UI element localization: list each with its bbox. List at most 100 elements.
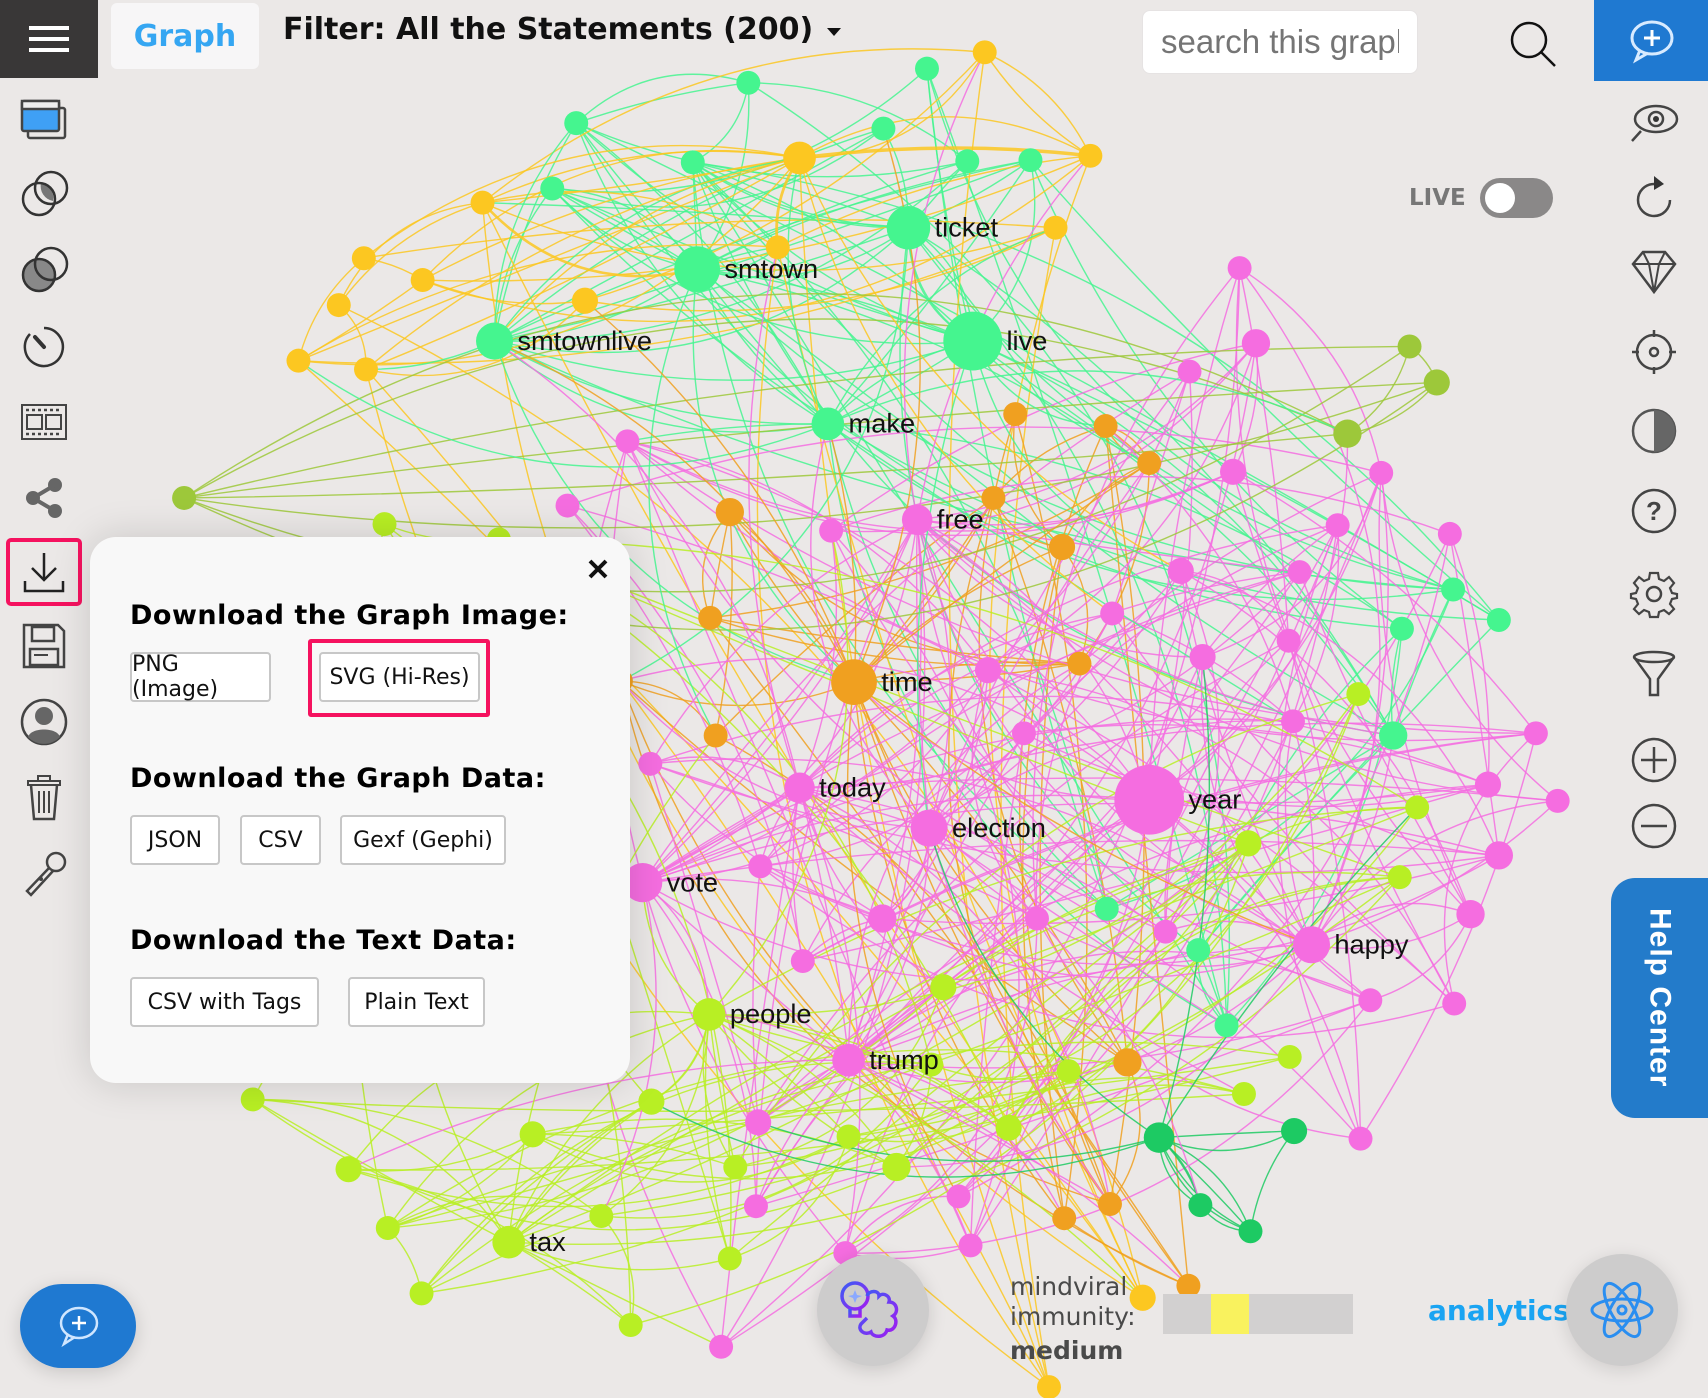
sidebar-item-account[interactable] — [14, 692, 74, 752]
graph-node[interactable] — [871, 116, 896, 141]
graph-node[interactable] — [1346, 682, 1371, 707]
graph-node[interactable] — [1379, 721, 1408, 750]
graph-node[interactable] — [1078, 143, 1103, 168]
close-button[interactable] — [580, 551, 616, 587]
graph-node[interactable] — [519, 1121, 546, 1148]
search-input[interactable] — [1142, 10, 1418, 74]
graph-node[interactable] — [1281, 1117, 1308, 1145]
graph-node[interactable] — [1052, 1206, 1077, 1231]
graph-node[interactable] — [326, 293, 351, 318]
graph-node[interactable] — [1037, 1375, 1061, 1398]
graph-node[interactable] — [589, 1204, 614, 1229]
graph-node-people[interactable] — [692, 998, 726, 1031]
graph-node[interactable] — [409, 1281, 434, 1306]
graph-node[interactable] — [638, 751, 663, 776]
graph-node[interactable] — [836, 1124, 861, 1149]
graph-node[interactable] — [1188, 1193, 1213, 1218]
json-download-button[interactable]: JSON — [130, 815, 220, 865]
graph-node[interactable] — [1100, 601, 1125, 626]
csv-tags-download-button[interactable]: CSV with Tags — [130, 977, 319, 1027]
graph-node[interactable] — [1545, 788, 1570, 813]
live-toggle[interactable] — [1479, 178, 1553, 218]
graph-node[interactable] — [1333, 419, 1362, 448]
graph-node[interactable] — [790, 949, 815, 974]
graph-node[interactable] — [354, 357, 378, 382]
graph-node[interactable] — [351, 246, 376, 271]
sidebar-item-compare[interactable] — [14, 164, 74, 224]
graph-node-ticket[interactable] — [886, 205, 931, 250]
graph-node[interactable] — [1369, 460, 1394, 485]
graph-node[interactable] — [240, 1087, 265, 1112]
focus-button[interactable] — [1626, 324, 1682, 380]
sidebar-item-save[interactable] — [14, 616, 74, 676]
graph-node[interactable] — [974, 657, 1002, 684]
graph-node[interactable] — [1048, 533, 1076, 561]
sidebar-item-presentation[interactable] — [14, 392, 74, 452]
graph-node[interactable] — [1094, 896, 1119, 921]
graph-node[interactable] — [698, 605, 723, 630]
graph-node[interactable] — [540, 176, 565, 201]
graph-node[interactable] — [638, 1088, 665, 1115]
graph-node[interactable] — [1018, 148, 1043, 173]
graph-node[interactable] — [1358, 988, 1383, 1013]
insight-button[interactable] — [817, 1254, 929, 1366]
graph-node[interactable] — [1231, 1082, 1256, 1106]
graph-node[interactable] — [946, 1184, 971, 1209]
graph-node[interactable] — [723, 1155, 748, 1179]
graph-node[interactable] — [995, 1114, 1022, 1141]
graph-node[interactable] — [1441, 577, 1466, 602]
graph-node[interactable] — [717, 1246, 742, 1271]
svg-download-button[interactable]: SVG (Hi-Res) — [319, 652, 480, 702]
graph-node[interactable] — [972, 40, 997, 65]
graph-node[interactable] — [1186, 938, 1211, 963]
tab-graph[interactable]: Graph — [111, 3, 259, 69]
graph-node[interactable] — [1143, 1122, 1175, 1153]
graph-node[interactable] — [1093, 414, 1118, 439]
graph-node[interactable] — [1137, 451, 1162, 476]
zoom-in-button[interactable] — [1626, 732, 1682, 788]
graph-node[interactable] — [1067, 651, 1092, 676]
graph-node[interactable] — [958, 1233, 983, 1258]
graph-node[interactable] — [410, 268, 435, 293]
graph-node-free[interactable] — [901, 504, 933, 536]
graph-node[interactable] — [915, 56, 939, 81]
graph-node[interactable] — [1437, 521, 1462, 546]
refresh-button[interactable] — [1626, 168, 1682, 224]
graph-node[interactable] — [555, 493, 580, 518]
graph-node[interactable] — [1153, 919, 1178, 944]
graph-node[interactable] — [615, 429, 640, 454]
graph-node[interactable] — [1389, 616, 1414, 641]
graph-node[interactable] — [172, 485, 197, 510]
graph-node[interactable] — [1235, 830, 1262, 857]
graph-node[interactable] — [1011, 721, 1036, 746]
graph-node[interactable] — [1423, 369, 1450, 396]
graph-node[interactable] — [1189, 643, 1216, 671]
analytics-button[interactable] — [1566, 1254, 1678, 1366]
graph-node-trump[interactable] — [832, 1043, 865, 1077]
sidebar-item-share[interactable] — [14, 468, 74, 528]
graph-node[interactable] — [1277, 1044, 1302, 1069]
graph-node[interactable] — [955, 149, 980, 174]
graph-node[interactable] — [743, 1194, 768, 1219]
graph-node[interactable] — [1484, 841, 1514, 870]
eye-search-button[interactable] — [1626, 94, 1682, 150]
graph-node[interactable] — [564, 111, 589, 136]
hamburger-menu-button[interactable] — [0, 0, 98, 78]
csv-download-button[interactable]: CSV — [240, 815, 321, 865]
graph-node[interactable] — [335, 1156, 362, 1183]
graph-node[interactable] — [1397, 334, 1422, 359]
gexf-download-button[interactable]: Gexf (Gephi) — [340, 815, 506, 865]
graph-node[interactable] — [618, 1313, 643, 1337]
analytics-link[interactable]: analytics — [1428, 1294, 1570, 1327]
graph-node[interactable] — [470, 190, 495, 215]
graph-node[interactable] — [1287, 560, 1312, 585]
sidebar-item-download[interactable] — [6, 538, 82, 606]
graph-node[interactable] — [375, 1216, 400, 1241]
contrast-button[interactable] — [1626, 403, 1682, 459]
graph-node-year[interactable] — [1114, 764, 1185, 835]
graph-node[interactable] — [1276, 628, 1301, 653]
help-center-button[interactable]: Help Center — [1611, 878, 1708, 1118]
graph-node[interactable] — [748, 854, 773, 879]
graph-node-smtown[interactable] — [674, 246, 721, 293]
graph-node[interactable] — [1348, 1126, 1373, 1151]
